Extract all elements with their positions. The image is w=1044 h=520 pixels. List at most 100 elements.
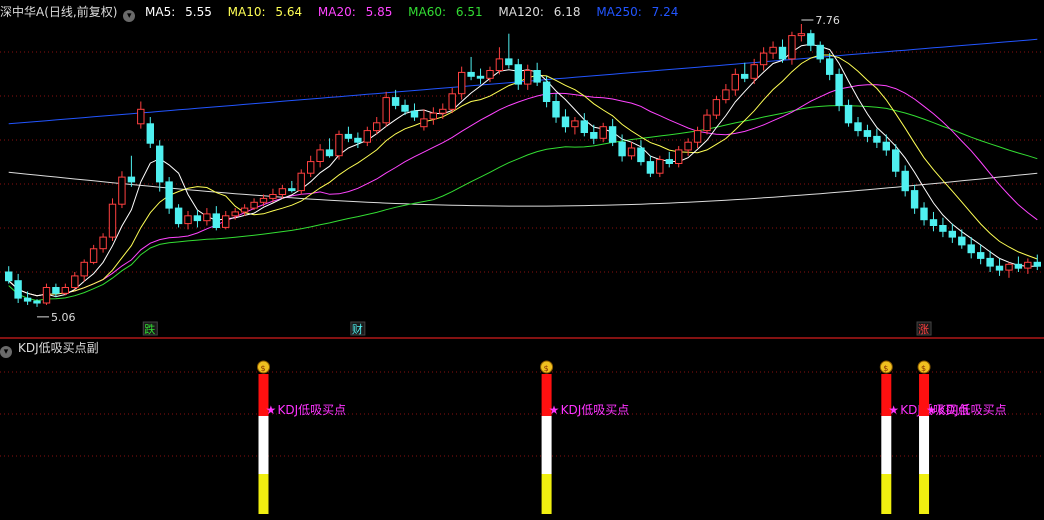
ma60-legend: MA60: 6.51: [408, 5, 483, 19]
candle: [184, 215, 192, 225]
candle: [580, 120, 588, 134]
signal-bar-yellow: [881, 474, 892, 514]
money-bag-symbol: $: [921, 364, 926, 373]
stock-chart[interactable]: 5.06 7.76 跌财涨 $ ★ KDJ低吸买点 $ ★ KDJ低吸买点 $ ★ KDJ低吸买点 $ ★…: [0, 0, 1044, 516]
candle: [231, 211, 239, 217]
candle: [146, 123, 155, 144]
security-title: 深中华A(日线,前复权): [0, 5, 118, 19]
ma10-legend: MA10: 5.64: [227, 5, 303, 19]
candle: [769, 46, 777, 54]
candle: [967, 244, 975, 254]
candle: [354, 137, 362, 143]
candle: [448, 93, 456, 110]
signal-bar-white: [881, 416, 892, 474]
candle: [42, 287, 51, 304]
high-price-label: 7.76: [815, 14, 840, 27]
candle: [948, 230, 956, 238]
candle: [684, 141, 692, 151]
buy-signal-label: KDJ低吸买点: [938, 403, 1007, 417]
candle: [127, 176, 136, 183]
candle: [240, 207, 249, 213]
candle: [420, 118, 428, 128]
candle: [335, 133, 343, 157]
buy-signal-label: KDJ低吸买点: [561, 403, 630, 417]
candle: [665, 159, 673, 165]
signal-bar-yellow: [258, 474, 269, 514]
star-icon: ★: [926, 403, 937, 417]
money-bag-symbol: $: [544, 364, 549, 373]
candle: [1033, 261, 1041, 267]
candle: [80, 261, 88, 277]
money-bag-symbol: $: [883, 364, 888, 373]
buy-signal-label: KDJ低吸买点: [278, 403, 347, 417]
candle: [797, 33, 806, 37]
candle: [118, 176, 126, 205]
candle: [807, 33, 815, 46]
money-bag-symbol: $: [261, 364, 266, 373]
candle: [1005, 263, 1013, 271]
candle: [929, 219, 938, 226]
candle: [675, 149, 683, 164]
candle: [505, 58, 513, 66]
candle: [250, 201, 258, 209]
candle: [599, 126, 607, 139]
candle: [222, 215, 230, 228]
candle: [590, 132, 598, 139]
candle: [910, 190, 919, 209]
low-price-label: 5.06: [51, 311, 75, 324]
candle: [373, 122, 381, 132]
candle: [23, 297, 32, 302]
candle: [571, 120, 579, 128]
candle: [269, 194, 277, 199]
candle: [759, 52, 768, 66]
candle: [901, 170, 909, 192]
candle: [495, 58, 504, 72]
signal-bar-yellow: [541, 474, 552, 514]
candle: [618, 141, 626, 157]
chevron-down-icon[interactable]: ▾: [0, 346, 12, 358]
ma20-legend: MA20: 5.85: [317, 5, 393, 19]
candle: [627, 147, 636, 157]
candle: [156, 145, 164, 183]
candle: [458, 71, 466, 95]
candle: [826, 58, 834, 75]
candle: [165, 181, 173, 209]
candle: [646, 161, 655, 174]
candle: [288, 188, 296, 192]
candle: [137, 108, 145, 125]
indicator-title: KDJ低吸买点副: [18, 341, 99, 355]
ma60-line: [8, 105, 1038, 302]
candle: [5, 271, 13, 282]
candle: [920, 207, 928, 221]
ma120-legend: MA120: 6.18: [498, 5, 581, 19]
chart-canvas[interactable]: 5.067.76跌财涨$★ KDJ低吸买点$★ KDJ低吸买点$★ KDJ低吸买点$★…: [0, 0, 1044, 516]
candle: [278, 188, 287, 195]
candle: [778, 46, 787, 60]
candle: [693, 130, 702, 143]
candle: [958, 236, 966, 246]
indicator-panel-header: ▾ KDJ低吸买点副: [0, 339, 99, 358]
candle: [108, 203, 117, 238]
candle: [439, 108, 447, 114]
candle: [542, 81, 551, 102]
chevron-down-icon[interactable]: ▾: [123, 10, 136, 22]
candle: [410, 110, 419, 118]
candle: [1024, 261, 1032, 269]
signal-bar-yellow: [919, 474, 930, 514]
candle: [476, 75, 485, 79]
candle: [561, 116, 570, 128]
star-icon: ★: [888, 403, 899, 417]
candle: [193, 215, 202, 222]
candle: [854, 122, 862, 132]
candle: [863, 130, 872, 137]
candle: [89, 248, 98, 263]
candle: [939, 225, 947, 232]
candle: [816, 44, 824, 60]
candle: [533, 70, 541, 83]
candle: [835, 73, 843, 106]
candle: [1014, 263, 1023, 269]
candle: [892, 149, 900, 172]
candle: [514, 64, 522, 85]
candle: [741, 73, 749, 79]
candle: [174, 207, 183, 225]
